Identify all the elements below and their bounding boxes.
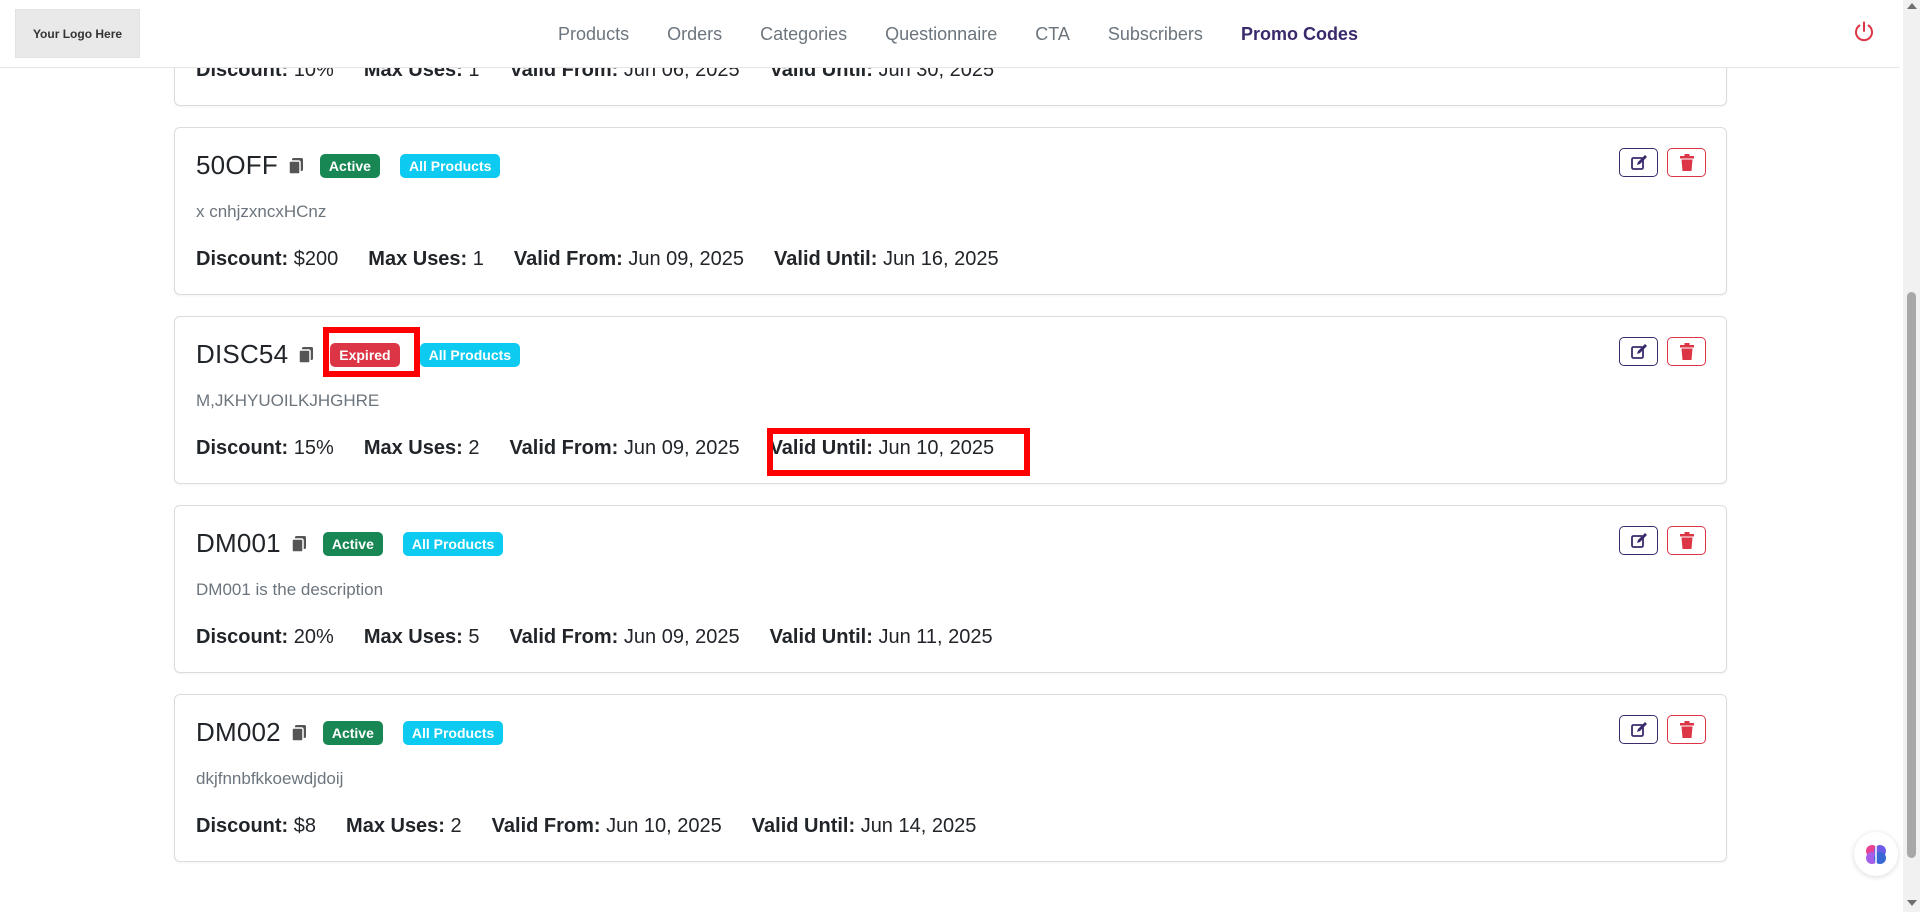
edit-icon [1630, 532, 1647, 548]
copy-icon[interactable] [291, 724, 307, 742]
edit-button[interactable] [1619, 526, 1658, 555]
copy-icon[interactable] [291, 535, 307, 553]
status-badge: Active [322, 720, 383, 745]
delete-button[interactable] [1667, 148, 1706, 177]
power-icon[interactable] [1852, 20, 1876, 44]
max-uses-label: Max Uses: [346, 815, 445, 837]
valid-from-label: Valid From: [491, 815, 601, 837]
highlight-box-valid-until [767, 428, 1030, 476]
delete-button[interactable] [1667, 526, 1706, 555]
valid-until-label: Valid Until: [751, 815, 856, 837]
nav-item-products[interactable]: Products [539, 0, 648, 68]
max-uses-label: Max Uses: [363, 437, 463, 459]
promo-details: Discount: 20% Max Uses: 5 Valid From: Ju… [196, 626, 993, 649]
valid-until-label: Valid Until: [774, 248, 878, 270]
status-badge: Active [322, 531, 383, 556]
trash-icon [1679, 531, 1694, 549]
highlight-box-status [323, 327, 420, 377]
valid-from-value: Jun 09, 2025 [623, 626, 740, 648]
valid-from-label: Valid From: [509, 626, 619, 648]
discount-label: Discount: [196, 248, 289, 270]
scope-badge: All Products [399, 153, 501, 178]
max-uses-value: 2 [468, 437, 480, 459]
promo-card: 50OFF Active All Products x cnhjzxncxHCn… [174, 127, 1727, 295]
nav-item-promo-codes[interactable]: Promo Codes [1222, 0, 1377, 68]
scroll-thumb[interactable] [1907, 292, 1916, 858]
promo-header: DM002 Active All Products [196, 717, 523, 748]
delete-button[interactable] [1667, 337, 1706, 366]
brain-icon [1866, 845, 1886, 864]
edit-button[interactable] [1619, 715, 1658, 744]
promo-codes-list: Discount: 10% Max Uses: 1 Valid From: Ju… [0, 0, 1900, 912]
discount-label: Discount: [196, 815, 289, 837]
status-badge: Active [319, 153, 380, 178]
edit-button[interactable] [1619, 337, 1658, 366]
discount-label: Discount: [196, 626, 289, 648]
scrollbar[interactable] [1903, 0, 1920, 912]
nav-item-cta[interactable]: CTA [1016, 0, 1089, 68]
discount-value: $8 [293, 815, 317, 837]
discount-label: Discount: [196, 437, 289, 459]
nav-item-questionnaire[interactable]: Questionnaire [866, 0, 1016, 68]
trash-icon [1679, 153, 1694, 171]
copy-icon[interactable] [288, 157, 304, 175]
promo-code: DISC54 [196, 339, 289, 369]
promo-code: DM002 [196, 717, 281, 747]
promo-description: dkjfnnbfkkoewdjdoij [196, 769, 344, 788]
valid-from-label: Valid From: [513, 248, 623, 270]
valid-until-value: Jun 14, 2025 [860, 815, 977, 837]
discount-value: 20% [293, 626, 334, 648]
edit-button[interactable] [1619, 148, 1658, 177]
promo-details: Discount: $8 Max Uses: 2 Valid From: Jun… [196, 815, 976, 838]
scope-badge: All Products [402, 720, 504, 745]
trash-icon [1679, 720, 1694, 738]
valid-until-label: Valid Until: [769, 626, 873, 648]
valid-from-label: Valid From: [509, 437, 619, 459]
scroll-up-icon[interactable] [1907, 3, 1917, 9]
main-nav: Products Orders Categories Questionnaire… [0, 0, 1900, 68]
promo-card: DM002 Active All Products dkjfnnbfkkoewd… [174, 694, 1727, 862]
logo[interactable]: Your Logo Here [15, 9, 140, 58]
max-uses-label: Max Uses: [363, 626, 463, 648]
nav-item-orders[interactable]: Orders [648, 0, 741, 68]
promo-description: DM001 is the description [196, 580, 384, 599]
copy-icon[interactable] [298, 346, 314, 364]
valid-until-value: Jun 16, 2025 [882, 248, 999, 270]
promo-code: DM001 [196, 528, 281, 558]
edit-icon [1630, 343, 1647, 359]
scope-badge: All Products [419, 342, 521, 367]
valid-until-value: Jun 11, 2025 [878, 626, 993, 648]
max-uses-value: 1 [472, 248, 484, 270]
max-uses-value: 5 [468, 626, 480, 648]
max-uses-value: 2 [450, 815, 462, 837]
edit-icon [1630, 154, 1647, 170]
promo-code: 50OFF [196, 150, 278, 180]
discount-value: $200 [293, 248, 339, 270]
scroll-down-icon[interactable] [1907, 900, 1917, 906]
max-uses-label: Max Uses: [368, 248, 468, 270]
valid-from-value: Jun 09, 2025 [628, 248, 745, 270]
trash-icon [1679, 342, 1694, 360]
scope-badge: All Products [402, 531, 504, 556]
promo-header: DM001 Active All Products [196, 528, 523, 559]
discount-value: 15% [293, 437, 334, 459]
edit-icon [1630, 721, 1647, 737]
promo-details: Discount: $200 Max Uses: 1 Valid From: J… [196, 248, 999, 271]
nav-item-categories[interactable]: Categories [741, 0, 866, 68]
promo-description: x cnhjzxncxHCnz [196, 202, 327, 221]
valid-from-value: Jun 09, 2025 [623, 437, 740, 459]
promo-header: 50OFF Active All Products [196, 150, 520, 181]
promo-card: DM001 Active All Products DM001 is the d… [174, 505, 1727, 673]
promo-description: M,JKHYUOILKJHGHRE [196, 391, 380, 410]
nav-item-subscribers[interactable]: Subscribers [1089, 0, 1222, 68]
top-navbar: Products Orders Categories Questionnaire… [0, 0, 1900, 68]
delete-button[interactable] [1667, 715, 1706, 744]
valid-from-value: Jun 10, 2025 [606, 815, 722, 837]
assistant-button[interactable] [1854, 832, 1898, 876]
